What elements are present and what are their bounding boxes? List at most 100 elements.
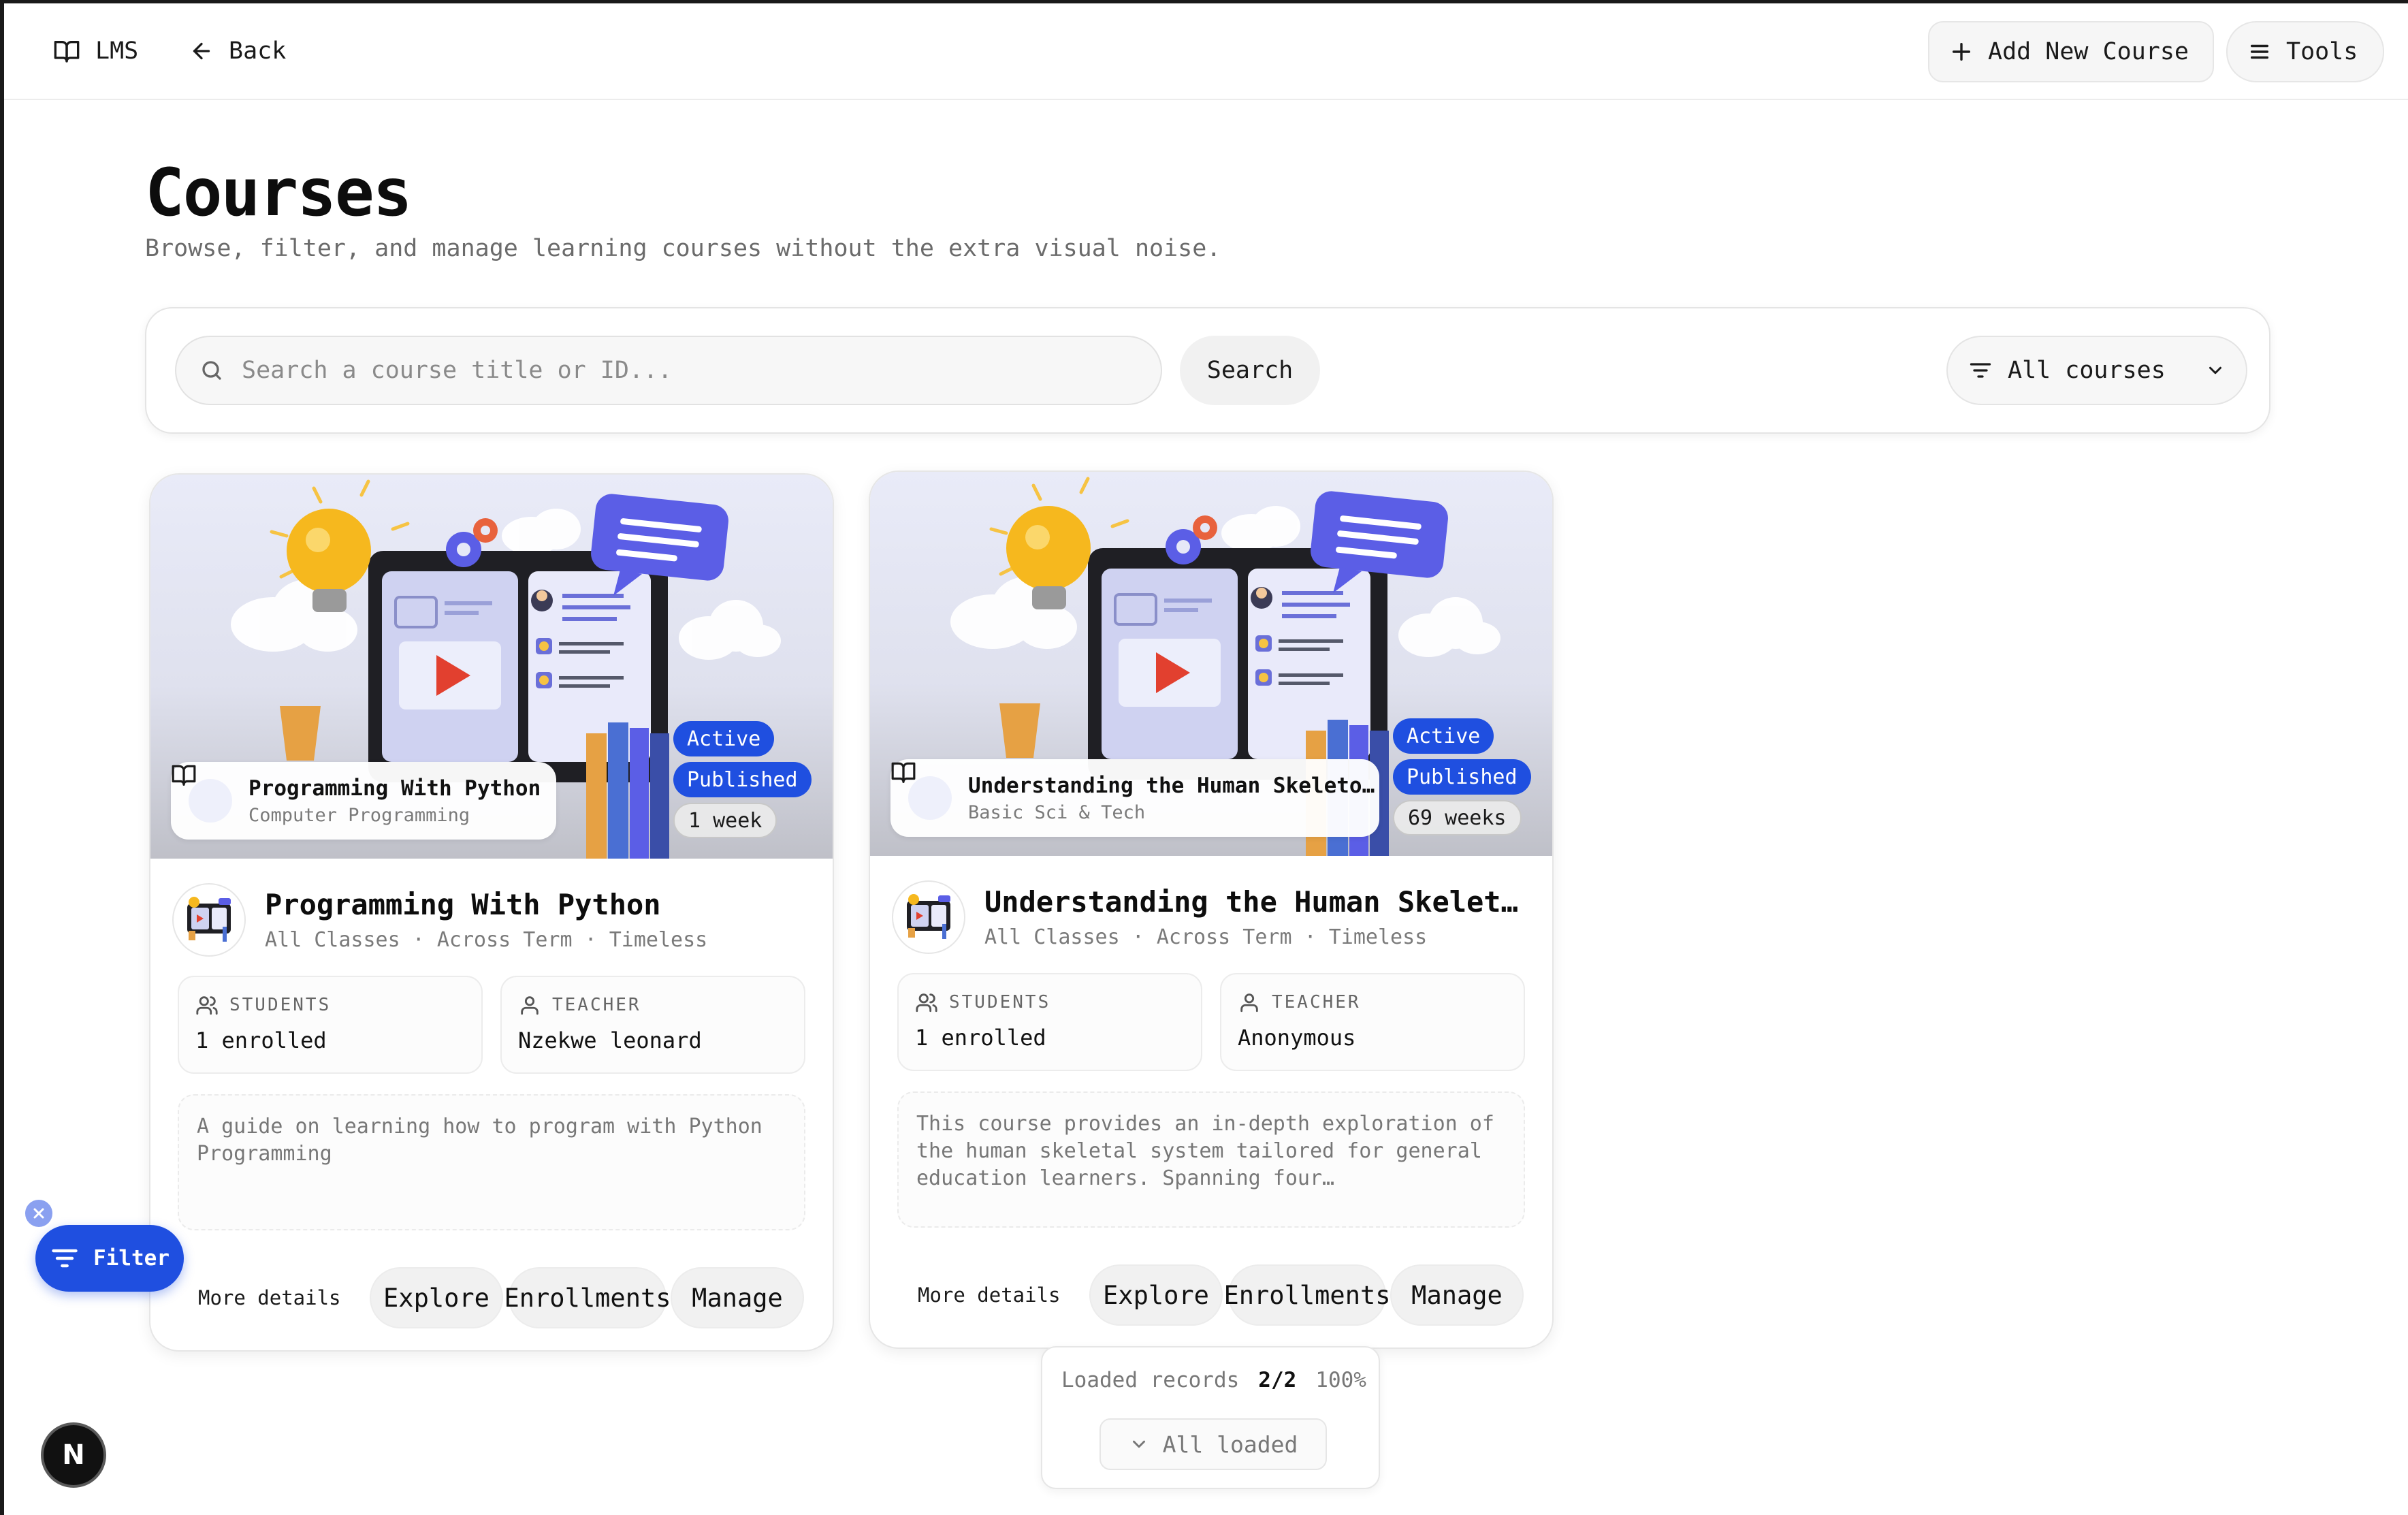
students-label: STUDENTS <box>949 992 1051 1012</box>
course-thumbnail <box>172 883 246 957</box>
search-icon <box>199 358 224 383</box>
brand-link[interactable]: LMS <box>53 37 138 65</box>
all-loaded-button[interactable]: All loaded <box>1099 1418 1327 1470</box>
loaded-records-count: 2/2 <box>1258 1368 1297 1392</box>
status-badge: Active <box>673 721 775 756</box>
course-classes: All Classes <box>265 928 400 952</box>
more-details-link[interactable]: More details <box>918 1283 1061 1307</box>
course-timing: Timeless <box>609 928 708 952</box>
course-description: A guide on learning how to program with … <box>178 1094 805 1230</box>
back-link[interactable]: Back <box>189 37 286 65</box>
visibility-badge: Published <box>673 762 812 797</box>
explore-button[interactable]: Explore <box>370 1267 503 1328</box>
chip-course-title: Understanding the Human Skeleton… <box>968 773 1379 798</box>
enrollments-button[interactable]: Enrollments <box>1223 1264 1391 1326</box>
arrow-left-icon <box>189 39 214 63</box>
add-new-course-button[interactable]: Add New Course <box>1928 21 2214 82</box>
teacher-stat: TEACHER Anonymous <box>1220 973 1525 1071</box>
loaded-records-label: Loaded records <box>1061 1368 1240 1392</box>
book-open-icon <box>53 37 80 65</box>
teacher-value: Anonymous <box>1238 1025 1356 1051</box>
status-badge: Active <box>1393 718 1494 754</box>
course-card[interactable]: Understanding the Human Skeleton… Basic … <box>869 471 1554 1349</box>
students-stat: STUDENTS 1 enrolled <box>897 973 1202 1071</box>
search-input[interactable] <box>242 357 1127 384</box>
duration-badge: 69 weeks <box>1393 800 1522 835</box>
meta-separator: · <box>1304 925 1317 949</box>
plus-icon <box>1950 40 1973 63</box>
load-status-panel: Loaded records 2/2 100% All loaded <box>1041 1346 1380 1489</box>
visibility-badge: Published <box>1393 759 1531 795</box>
course-meta: All Classes · Across Term · Timeless <box>984 925 1529 949</box>
students-value: 1 enrolled <box>195 1027 327 1053</box>
close-filter-button[interactable] <box>23 1198 54 1229</box>
floating-filter-label: Filter <box>93 1246 170 1271</box>
menu-icon <box>2248 40 2271 63</box>
user-icon <box>1238 991 1261 1014</box>
explore-button[interactable]: Explore <box>1089 1264 1223 1326</box>
dev-tools-badge[interactable]: N <box>41 1422 106 1488</box>
tools-button[interactable]: Tools <box>2226 21 2384 82</box>
course-thumbnail <box>892 880 965 954</box>
chip-course-title: Programming With Python <box>248 776 541 801</box>
course-heading: Understanding the Human Skeleton… All Cl… <box>892 880 1529 954</box>
card-actions: More details Explore Enrollments Manage <box>870 1264 1552 1326</box>
duration-badge: 1 week <box>673 803 777 838</box>
course-heading: Programming With Python All Classes · Ac… <box>172 883 707 957</box>
book-open-icon <box>891 762 952 820</box>
chip-course-category: Basic Sci & Tech <box>968 801 1146 823</box>
students-value: 1 enrolled <box>915 1025 1046 1051</box>
back-label: Back <box>229 37 287 65</box>
course-title[interactable]: Understanding the Human Skeleton… <box>984 885 1529 919</box>
course-filter-select[interactable]: All courses <box>1946 336 2247 405</box>
brand-label: LMS <box>95 37 139 65</box>
course-classes: All Classes <box>984 925 1120 949</box>
close-icon <box>31 1205 47 1222</box>
meta-separator: · <box>412 928 425 952</box>
filter-lines-icon <box>50 1243 80 1273</box>
students-label: STUDENTS <box>229 995 332 1015</box>
page-title: Courses <box>145 155 413 231</box>
users-icon <box>195 993 219 1017</box>
chevron-down-icon <box>2205 360 2226 381</box>
search-field[interactable] <box>175 336 1162 405</box>
loaded-records-percent: 100% <box>1315 1368 1366 1392</box>
page-subtitle: Browse, filter, and manage learning cour… <box>145 235 1221 262</box>
user-icon <box>518 993 541 1017</box>
course-hero-image: Understanding the Human Skeleton… Basic … <box>870 472 1552 856</box>
students-stat: STUDENTS 1 enrolled <box>178 976 483 1074</box>
meta-separator: · <box>584 928 597 952</box>
all-loaded-label: All loaded <box>1162 1431 1298 1458</box>
search-panel: Search All courses <box>145 307 2270 434</box>
chevron-down-icon <box>1129 1434 1149 1454</box>
more-details-link[interactable]: More details <box>198 1286 341 1309</box>
manage-button[interactable]: Manage <box>671 1267 804 1328</box>
manage-button[interactable]: Manage <box>1390 1264 1524 1326</box>
add-new-course-label: Add New Course <box>1988 38 2189 65</box>
floating-filter-button[interactable]: Filter <box>35 1225 184 1292</box>
teacher-label: TEACHER <box>1272 992 1361 1012</box>
chip-course-category: Computer Programming <box>248 804 470 826</box>
card-actions: More details Explore Enrollments Manage <box>150 1267 833 1328</box>
teacher-stat: TEACHER Nzekwe leonard <box>500 976 805 1074</box>
users-icon <box>915 991 938 1014</box>
teacher-label: TEACHER <box>552 995 641 1015</box>
course-meta: All Classes · Across Term · Timeless <box>265 928 707 952</box>
search-button[interactable]: Search <box>1180 336 1320 405</box>
course-title-chip: Understanding the Human Skeleton… Basic … <box>890 759 1379 837</box>
teacher-value: Nzekwe leonard <box>518 1027 702 1053</box>
course-hero-image: Programming With Python Computer Program… <box>150 475 833 859</box>
course-term: Across Term <box>436 928 573 952</box>
course-title[interactable]: Programming With Python <box>265 888 707 921</box>
filter-lines-icon <box>1968 358 1993 383</box>
course-title-chip: Programming With Python Computer Program… <box>171 762 556 840</box>
filter-selected-value: All courses <box>2008 357 2166 384</box>
enrollments-button[interactable]: Enrollments <box>504 1267 671 1328</box>
course-card[interactable]: Programming With Python Computer Program… <box>149 473 834 1352</box>
course-term: Across Term <box>1156 925 1292 949</box>
meta-separator: · <box>1131 925 1144 949</box>
course-description: This course provides an in-depth explora… <box>897 1091 1525 1228</box>
tools-label: Tools <box>2286 38 2358 65</box>
top-navbar: LMS Back Add New Course Tools <box>4 3 2408 100</box>
course-timing: Timeless <box>1328 925 1428 949</box>
